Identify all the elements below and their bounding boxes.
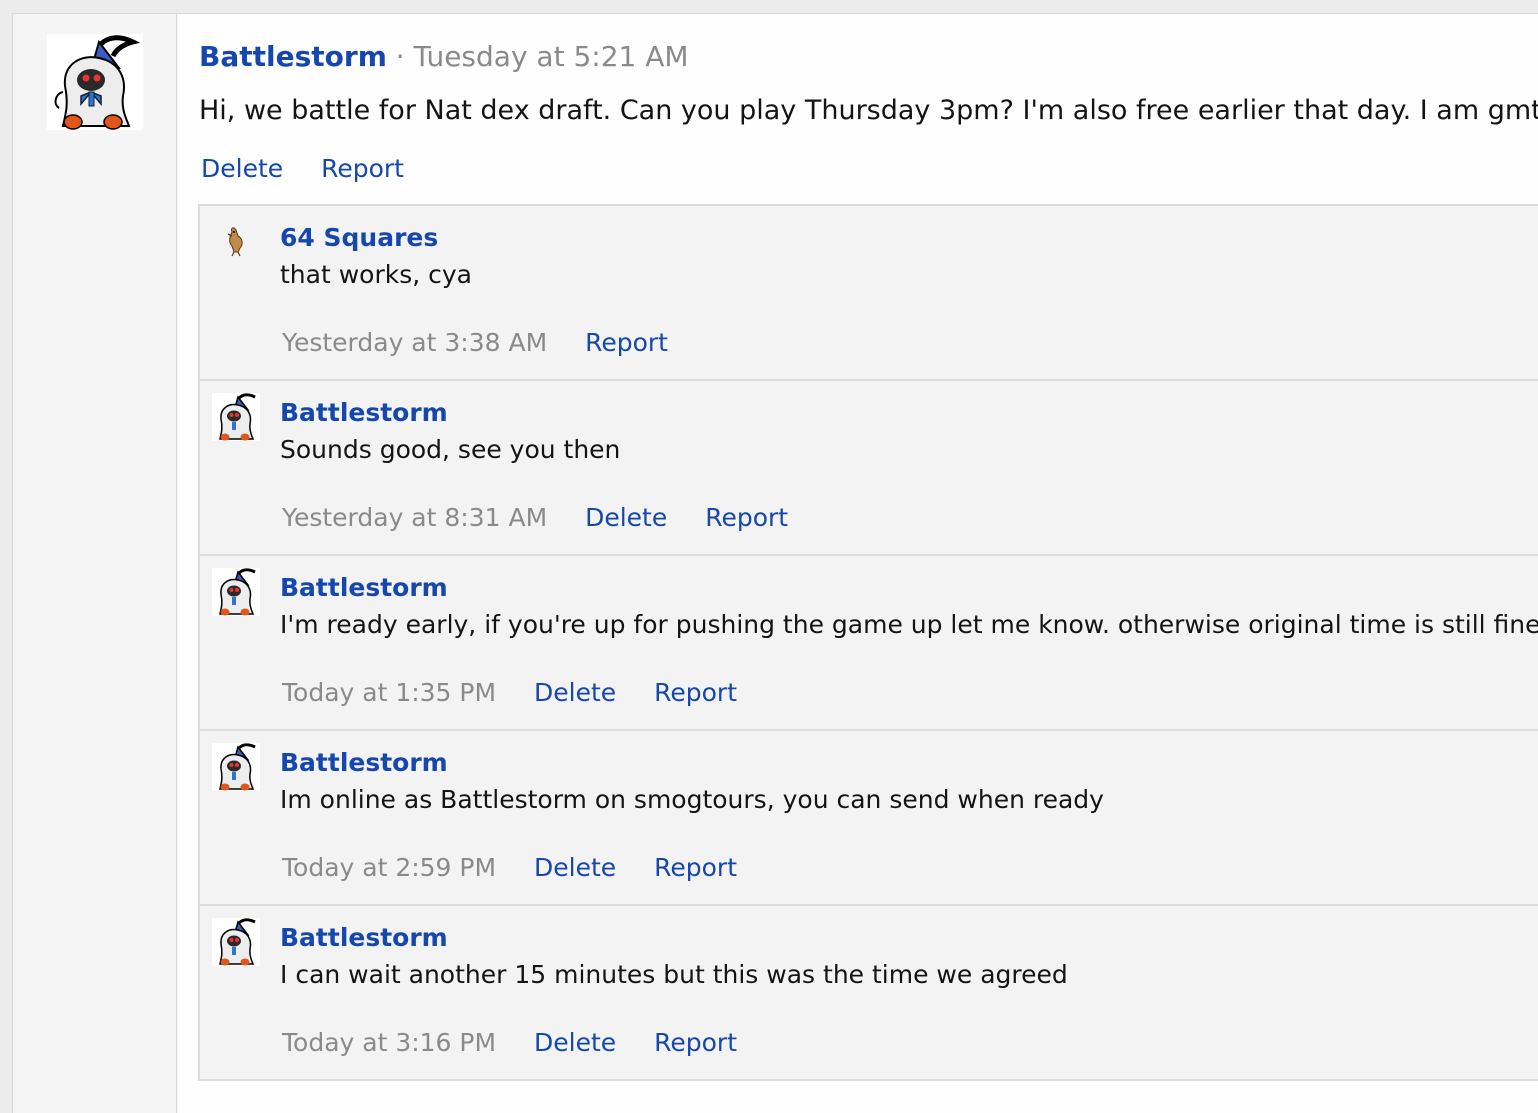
comment-meta: Yesterday at 3:38 AM Report <box>282 327 698 359</box>
comment-item: Battlestorm I'm ready early, if you're u… <box>200 556 1538 731</box>
comment-avatar[interactable] <box>212 918 260 966</box>
post-author-link[interactable]: Battlestorm <box>199 40 387 73</box>
comment-avatar[interactable] <box>212 393 260 441</box>
comment-text: Sounds good, see you then <box>280 435 621 464</box>
comment-report-link[interactable]: Report <box>654 1028 737 1057</box>
comment-text: Im online as Battlestorm on smogtours, y… <box>280 785 1104 814</box>
comment-date[interactable]: Today at 2:59 PM <box>282 853 496 882</box>
comment-avatar[interactable] <box>212 743 260 791</box>
comment-list: 64 Squares that works, cya Yesterday at … <box>198 204 1538 1081</box>
comment-author-link[interactable]: 64 Squares <box>280 222 438 254</box>
comment-delete-link[interactable]: Delete <box>534 853 616 882</box>
comment-report-link[interactable]: Report <box>654 853 737 882</box>
author-avatar[interactable] <box>47 34 143 130</box>
comment-item: Battlestorm Im online as Battlestorm on … <box>200 731 1538 906</box>
comment-date[interactable]: Today at 1:35 PM <box>282 678 496 707</box>
ghost-avatar-icon <box>212 918 260 966</box>
comment-text: that works, cya <box>280 260 472 289</box>
comment-report-link[interactable]: Report <box>705 503 788 532</box>
post-content: Battlestorm · Tuesday at 5:21 AM Hi, we … <box>178 14 1538 1113</box>
profile-post-frame: Battlestorm · Tuesday at 5:21 AM Hi, we … <box>12 13 1538 1113</box>
header-separator: · <box>395 40 405 73</box>
comment-delete-link[interactable]: Delete <box>585 503 667 532</box>
comment-report-link[interactable]: Report <box>585 328 668 357</box>
comment-delete-link[interactable]: Delete <box>534 1028 616 1057</box>
comment-meta: Yesterday at 8:31 AM Delete Report <box>282 502 818 534</box>
comment-meta: Today at 1:35 PM Delete Report <box>282 677 767 709</box>
comment-author-link[interactable]: Battlestorm <box>280 397 448 429</box>
comment-delete-link[interactable]: Delete <box>534 678 616 707</box>
comment-item: Battlestorm I can wait another 15 minute… <box>200 906 1538 1081</box>
post-date[interactable]: Tuesday at 5:21 AM <box>414 40 689 73</box>
post-actions: Delete Report <box>201 153 434 185</box>
comment-item: 64 Squares that works, cya Yesterday at … <box>200 206 1538 381</box>
comment-author-link[interactable]: Battlestorm <box>280 572 448 604</box>
comment-text: I can wait another 15 minutes but this w… <box>280 960 1068 989</box>
post-report-link[interactable]: Report <box>321 154 404 183</box>
post-body: Hi, we battle for Nat dex draft. Can you… <box>199 95 1538 126</box>
comment-meta: Today at 3:16 PM Delete Report <box>282 1027 767 1059</box>
comment-text: I'm ready early, if you're up for pushin… <box>280 610 1538 639</box>
comment-author-link[interactable]: Battlestorm <box>280 922 448 954</box>
post-delete-link[interactable]: Delete <box>201 154 283 183</box>
ghost-avatar-icon <box>212 568 260 616</box>
bird-avatar-icon <box>212 218 260 266</box>
comment-report-link[interactable]: Report <box>654 678 737 707</box>
ghost-avatar-icon <box>212 743 260 791</box>
avatar-column <box>13 14 177 1113</box>
comment-date[interactable]: Yesterday at 8:31 AM <box>282 503 547 532</box>
ghost-avatar-icon <box>47 34 143 130</box>
comment-date[interactable]: Yesterday at 3:38 AM <box>282 328 547 357</box>
ghost-avatar-icon <box>212 393 260 441</box>
comment-meta: Today at 2:59 PM Delete Report <box>282 852 767 884</box>
comment-avatar[interactable] <box>212 218 260 266</box>
comment-author-link[interactable]: Battlestorm <box>280 747 448 779</box>
comment-item: Battlestorm Sounds good, see you then Ye… <box>200 381 1538 556</box>
comment-avatar[interactable] <box>212 568 260 616</box>
post-header: Battlestorm · Tuesday at 5:21 AM <box>199 40 689 74</box>
comment-date[interactable]: Today at 3:16 PM <box>282 1028 496 1057</box>
